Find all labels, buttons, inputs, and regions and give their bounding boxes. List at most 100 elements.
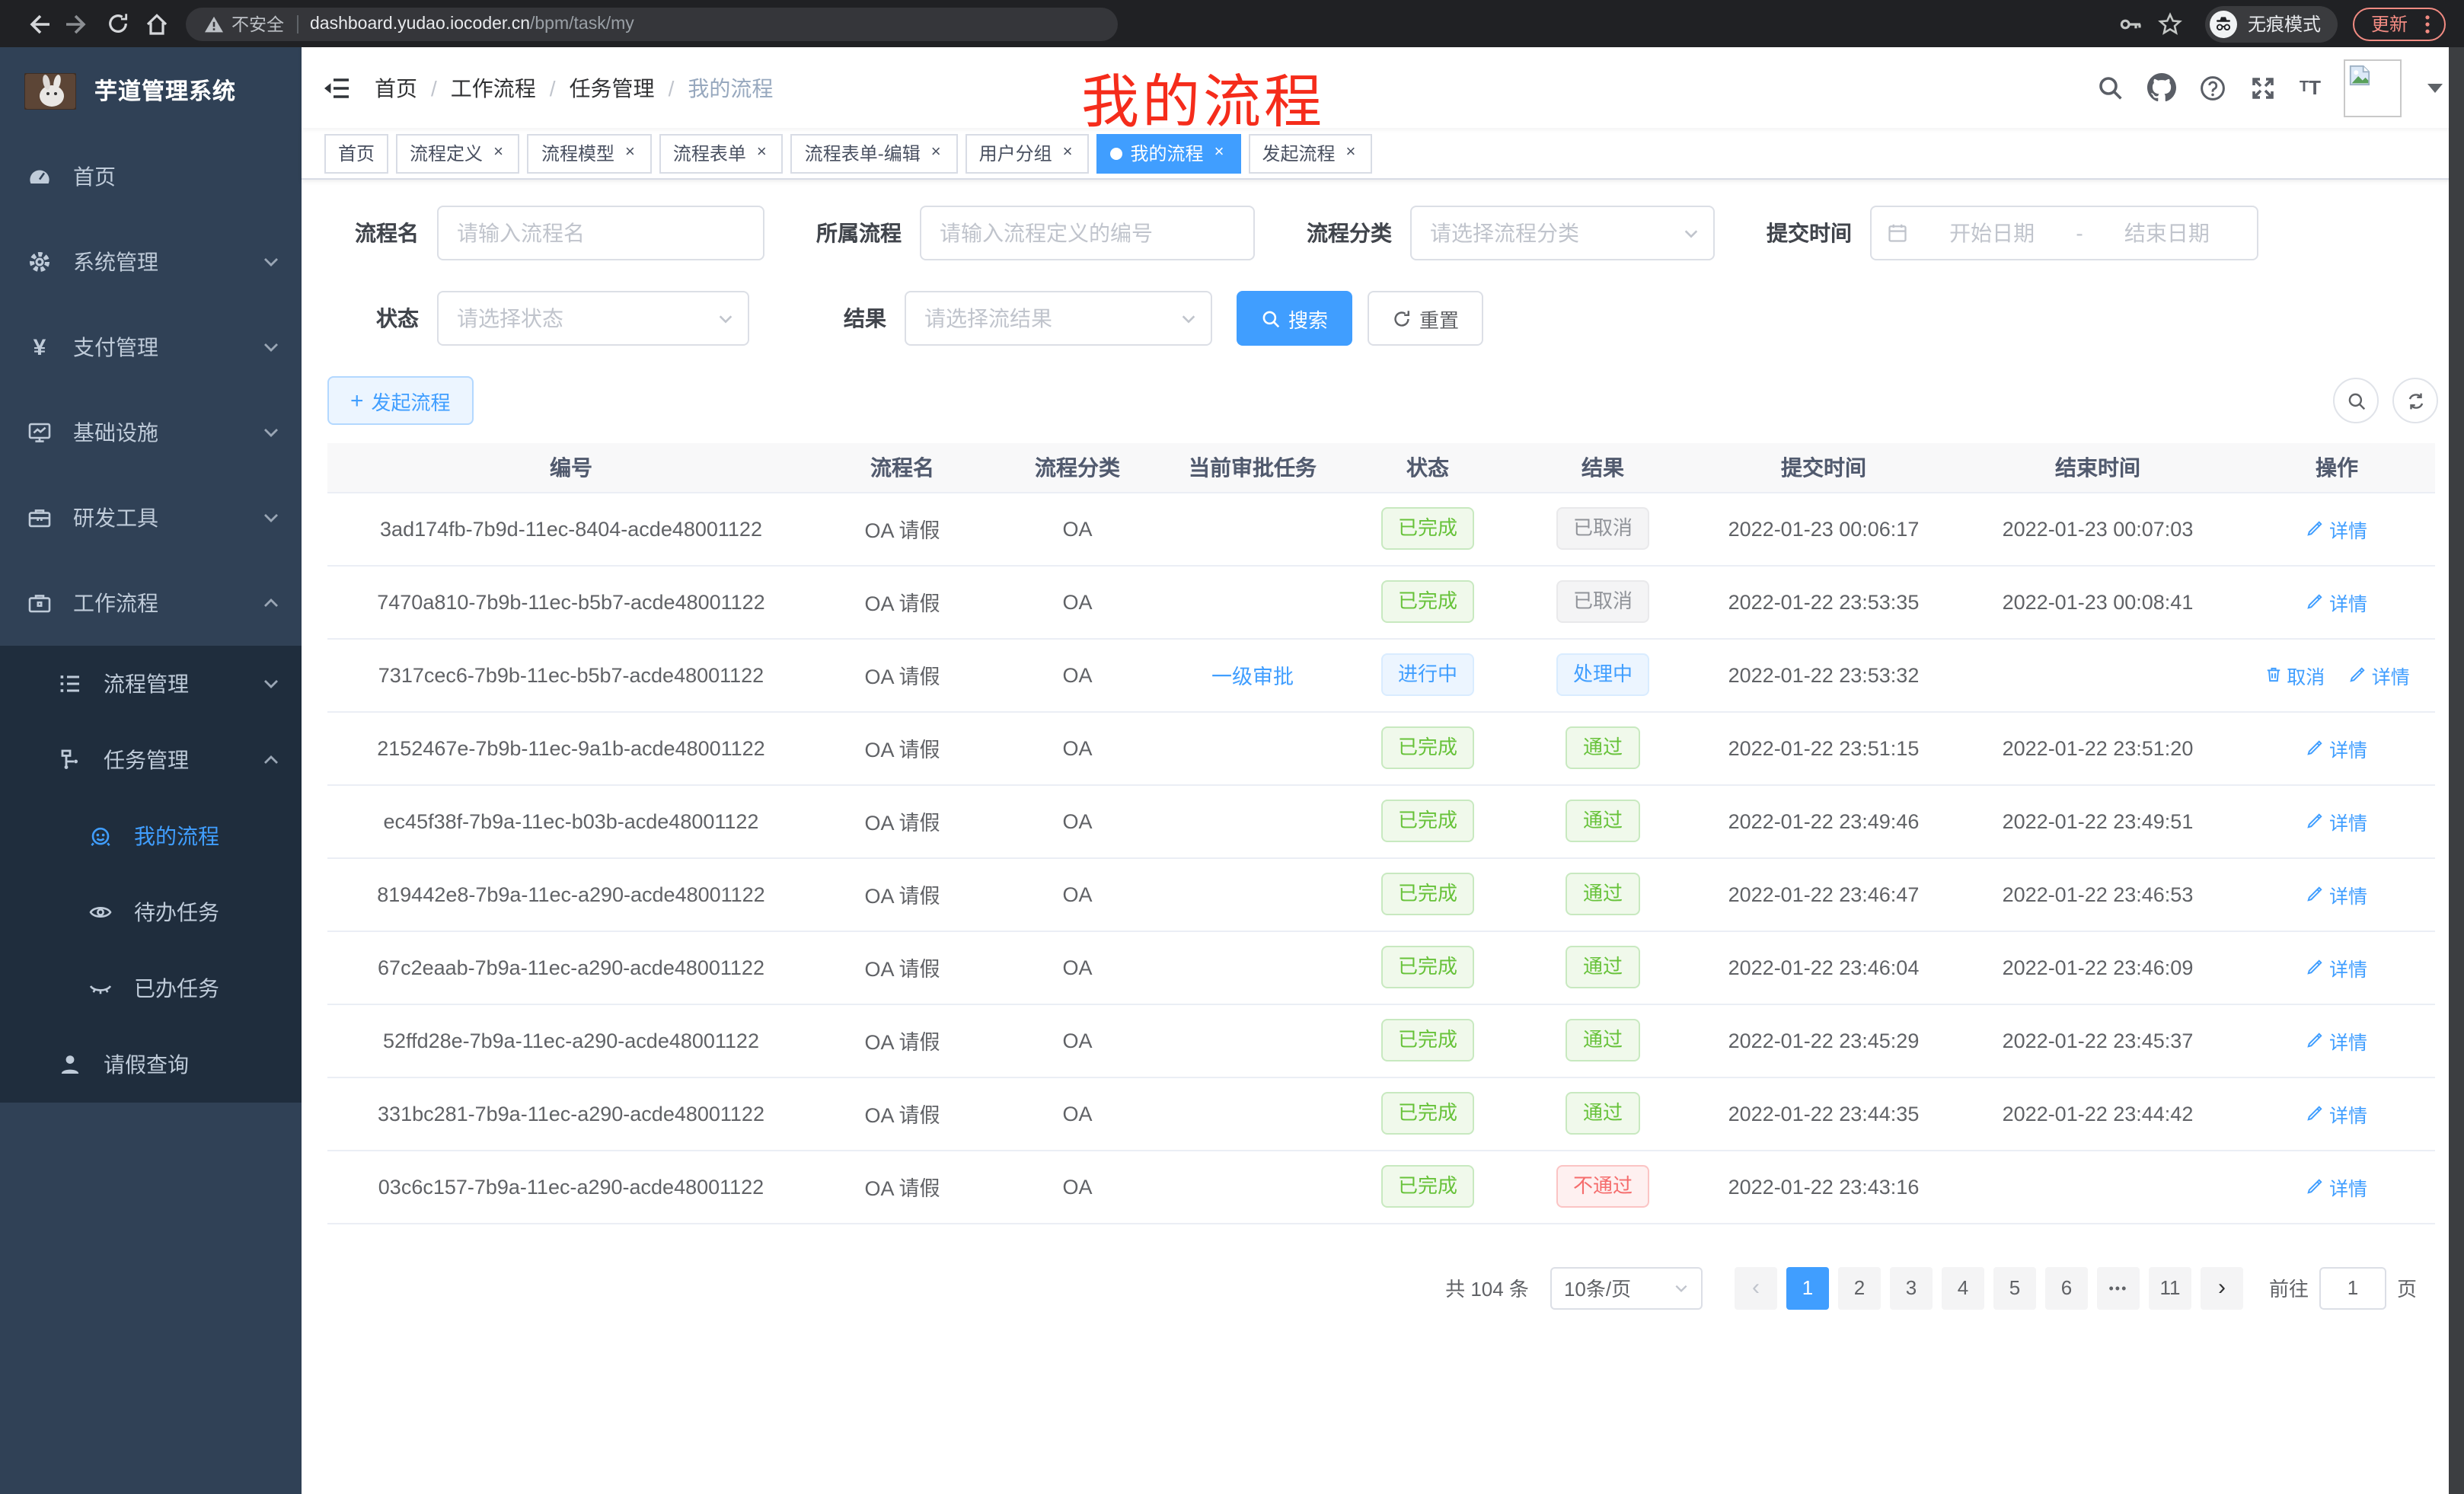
detail-link[interactable]: 详情 bbox=[2306, 1172, 2367, 1201]
toggle-search-button[interactable] bbox=[2333, 378, 2379, 423]
current-task-link[interactable]: 一级审批 bbox=[1211, 666, 1294, 688]
search-icon[interactable] bbox=[2097, 74, 2124, 101]
table-row: 331bc281-7b9a-11ec-a290-acde48001122 OA … bbox=[327, 1077, 2435, 1150]
pagination-page-button[interactable]: 5 bbox=[1993, 1266, 2036, 1309]
close-icon[interactable]: × bbox=[490, 143, 506, 163]
detail-link[interactable]: 详情 bbox=[2306, 733, 2367, 762]
tab-process-form[interactable]: 流程表单× bbox=[659, 133, 784, 173]
update-button[interactable]: 更新 bbox=[2353, 7, 2446, 40]
sidebar-collapse-icon[interactable] bbox=[323, 74, 350, 101]
process-definition-input[interactable] bbox=[920, 206, 1255, 260]
pagination-page-button[interactable]: 6 bbox=[2045, 1266, 2088, 1309]
browser-back-icon[interactable] bbox=[18, 4, 58, 43]
breadcrumb-item[interactable]: 任务管理 bbox=[570, 72, 655, 103]
sidebar-item-done-tasks[interactable]: 已办任务 bbox=[0, 950, 302, 1026]
close-icon[interactable]: × bbox=[622, 143, 638, 163]
scrollbar[interactable] bbox=[2449, 47, 2464, 1494]
tab-home[interactable]: 首页 bbox=[324, 133, 388, 173]
pagination-page-button[interactable]: 1 bbox=[1786, 1266, 1829, 1309]
github-icon[interactable] bbox=[2147, 73, 2176, 102]
refresh-table-button[interactable] bbox=[2392, 378, 2438, 423]
chevron-down-icon bbox=[262, 509, 280, 527]
browser-forward-icon[interactable] bbox=[58, 4, 97, 43]
page-size-select[interactable]: 10条/页 bbox=[1550, 1266, 1703, 1309]
tab-start-process[interactable]: 发起流程× bbox=[1248, 133, 1372, 173]
close-icon[interactable]: × bbox=[1060, 143, 1076, 163]
app-window: 芋道管理系统 首页 系统管理 ¥ 支付管理 bbox=[0, 47, 2464, 1494]
breadcrumb-item[interactable]: 工作流程 bbox=[451, 72, 536, 103]
tab-process-definition[interactable]: 流程定义× bbox=[396, 133, 520, 173]
process-name-input[interactable] bbox=[437, 206, 764, 260]
date-range-picker[interactable]: 开始日期 - 结束日期 bbox=[1870, 206, 2258, 260]
close-icon[interactable]: × bbox=[754, 143, 770, 163]
avatar[interactable] bbox=[2344, 59, 2402, 117]
detail-link[interactable]: 详情 bbox=[2306, 1099, 2367, 1128]
tab-process-form-edit[interactable]: 流程表单-编辑× bbox=[791, 133, 958, 173]
sidebar-item-home[interactable]: 首页 bbox=[0, 134, 302, 219]
detail-link[interactable]: 详情 bbox=[2306, 514, 2367, 543]
table-toolbar: + 发起流程 bbox=[327, 376, 2438, 425]
browser-reload-icon[interactable] bbox=[97, 4, 137, 43]
address-bar[interactable]: 不安全 dashboard.yudao.iocoder.cn/bpm/task/… bbox=[186, 7, 1118, 40]
detail-link[interactable]: 详情 bbox=[2349, 660, 2410, 689]
result-badge: 通过 bbox=[1566, 800, 1639, 842]
help-icon[interactable] bbox=[2199, 74, 2226, 101]
url-host[interactable]: dashboard.yudao.iocoder.cn bbox=[310, 14, 530, 33]
detail-link[interactable]: 详情 bbox=[2306, 587, 2367, 616]
table-row: 3ad174fb-7b9d-11ec-8404-acde48001122 OA … bbox=[327, 492, 2435, 565]
sidebar-item-label: 任务管理 bbox=[104, 745, 189, 775]
security-label[interactable]: 不安全 bbox=[231, 11, 284, 36]
sidebar-item-my-process[interactable]: 我的流程 bbox=[0, 798, 302, 874]
detail-link[interactable]: 详情 bbox=[2306, 953, 2367, 982]
close-icon[interactable]: × bbox=[928, 143, 944, 163]
url-path[interactable]: /bpm/task/my bbox=[530, 14, 634, 33]
result-select[interactable]: 请选择流结果 bbox=[905, 291, 1212, 346]
tab-my-process[interactable]: 我的流程× bbox=[1097, 133, 1241, 173]
detail-link[interactable]: 详情 bbox=[2306, 1026, 2367, 1055]
pagination-prev-button[interactable]: ‹ bbox=[1735, 1266, 1777, 1309]
password-key-icon[interactable] bbox=[2111, 4, 2150, 43]
pagination-next-button[interactable]: › bbox=[2201, 1266, 2243, 1309]
app-logo[interactable]: 芋道管理系统 bbox=[0, 47, 302, 134]
sidebar-item-process-mgmt[interactable]: 流程管理 bbox=[0, 646, 302, 722]
search-button[interactable]: 搜索 bbox=[1237, 291, 1352, 346]
sidebar-item-payment[interactable]: ¥ 支付管理 bbox=[0, 305, 302, 390]
sidebar-item-devtools[interactable]: 研发工具 bbox=[0, 475, 302, 560]
start-process-button[interactable]: + 发起流程 bbox=[327, 376, 474, 425]
cancel-link[interactable]: 取消 bbox=[2264, 660, 2325, 689]
chevron-up-icon bbox=[262, 751, 280, 769]
search-icon bbox=[2346, 391, 2366, 410]
status-select[interactable]: 请选择状态 bbox=[437, 291, 749, 346]
sidebar-item-system[interactable]: 系统管理 bbox=[0, 219, 302, 305]
breadcrumb-current: 我的流程 bbox=[688, 72, 773, 103]
sidebar-item-workflow[interactable]: 工作流程 bbox=[0, 560, 302, 646]
pagination-ellipsis[interactable]: ••• bbox=[2097, 1266, 2140, 1309]
browser-menu-dots-icon[interactable] bbox=[2418, 13, 2437, 34]
pagination-page-button[interactable]: 11 bbox=[2149, 1266, 2191, 1309]
sidebar-item-leave-query[interactable]: 请假查询 bbox=[0, 1026, 302, 1103]
close-icon[interactable]: × bbox=[1342, 143, 1358, 163]
result-badge: 已取消 bbox=[1556, 507, 1649, 550]
fullscreen-icon[interactable] bbox=[2249, 74, 2277, 101]
font-size-icon[interactable]: TT bbox=[2300, 76, 2321, 99]
sidebar-item-task-mgmt[interactable]: 任务管理 bbox=[0, 722, 302, 798]
sidebar-item-todo-tasks[interactable]: 待办任务 bbox=[0, 874, 302, 950]
column-header-result: 结果 bbox=[1515, 443, 1690, 492]
goto-page-input[interactable] bbox=[2319, 1266, 2386, 1309]
pagination-page-button[interactable]: 3 bbox=[1890, 1266, 1933, 1309]
detail-link[interactable]: 详情 bbox=[2306, 879, 2367, 908]
sidebar-item-infrastructure[interactable]: 基础设施 bbox=[0, 390, 302, 475]
close-icon[interactable]: × bbox=[1211, 143, 1227, 163]
reset-button[interactable]: 重置 bbox=[1368, 291, 1483, 346]
pagination-page-button[interactable]: 2 bbox=[1838, 1266, 1881, 1309]
pagination-page-button[interactable]: 4 bbox=[1942, 1266, 1984, 1309]
active-tab-dot bbox=[1111, 147, 1123, 159]
detail-link[interactable]: 详情 bbox=[2306, 806, 2367, 835]
process-category-select[interactable]: 请选择流程分类 bbox=[1410, 206, 1715, 260]
bookmark-star-icon[interactable] bbox=[2150, 4, 2190, 43]
browser-home-icon[interactable] bbox=[137, 4, 177, 43]
tab-user-group[interactable]: 用户分组× bbox=[965, 133, 1090, 173]
avatar-caret-icon[interactable] bbox=[2427, 83, 2443, 92]
breadcrumb-item[interactable]: 首页 bbox=[375, 72, 417, 103]
tab-process-model[interactable]: 流程模型× bbox=[528, 133, 652, 173]
